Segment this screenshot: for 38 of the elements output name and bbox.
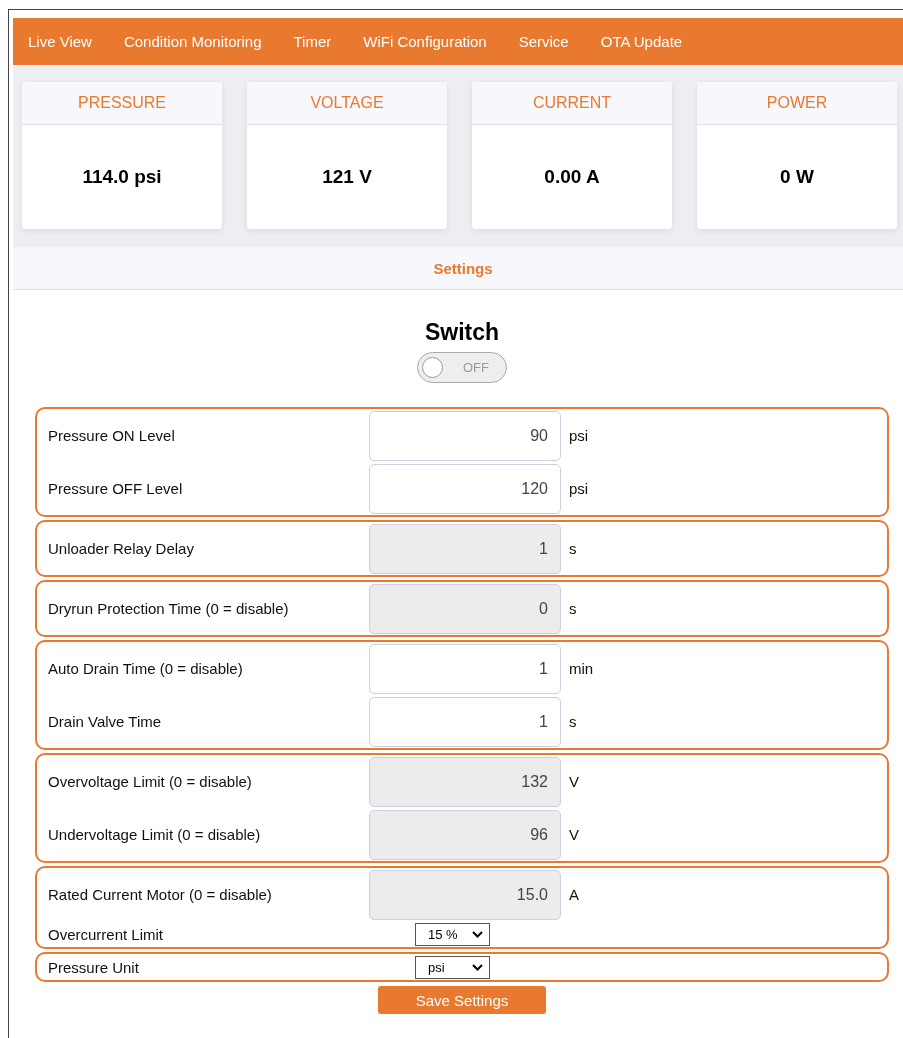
input-field[interactable]: 90 [369,410,561,461]
metric-value: 0.00 A [544,166,600,188]
chevron-icon [472,963,483,971]
unit-label: psi [569,427,589,444]
metric-label: VOLTAGE [310,94,384,112]
metric-label: PRESSURE [78,94,166,112]
field-label: Dryrun Protection Time (0 = disable) [47,600,290,617]
field-label: Drain Valve Time [47,713,163,730]
dropdown[interactable]: 15 % [415,922,490,946]
field-label: Pressure OFF Level [47,480,184,497]
field-label: Rated Current Motor (0 = disable) [47,886,273,903]
switch-title: Switch [423,319,501,346]
chevron-icon [472,930,483,938]
metric-label: CURRENT [532,94,612,112]
metric-value: 0 W [780,166,814,188]
input-field[interactable]: 1 [369,696,561,747]
settings-header: Settings [13,247,903,290]
unit-label: V [569,773,579,790]
unit-label: psi [569,480,589,497]
input-field[interactable]: 1 [369,643,561,694]
field-label: Overvoltage Limit (0 = disable) [47,773,253,790]
field-label: Overcurrent Limit [47,925,165,943]
dropdown[interactable]: psi [415,955,490,979]
unit-label: s [569,713,577,730]
unit-label: V [569,826,579,843]
metric-label: POWER [766,94,828,112]
unit-label: s [569,540,577,557]
metric-value: 121 V [322,166,372,188]
field-label: Auto Drain Time (0 = disable) [47,660,244,677]
field-label: Pressure Unit [47,958,140,976]
input-field[interactable]: 120 [369,463,561,514]
unit-label: min [569,660,594,677]
unit-label: A [569,886,579,903]
metric-value: 114.0 psi [82,166,162,188]
field-label: Pressure ON Level [47,427,176,444]
unit-label: s [569,600,577,617]
field-label: Unloader Relay Delay [47,540,195,557]
field-label: Undervoltage Limit (0 = disable) [47,826,262,843]
